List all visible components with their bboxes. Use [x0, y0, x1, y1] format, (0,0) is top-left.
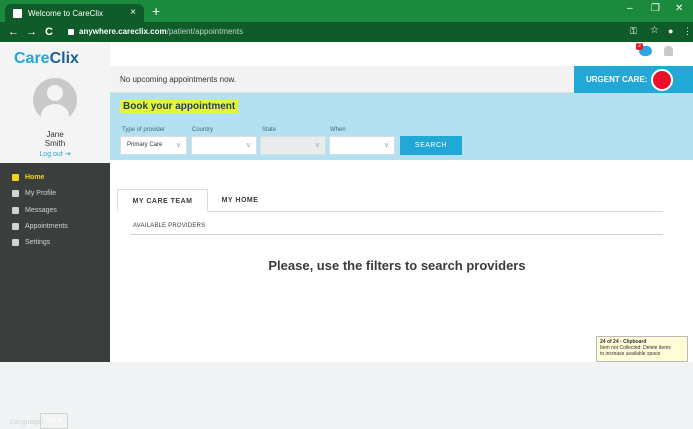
section-divider: [131, 234, 663, 235]
restore-button[interactable]: ❐: [651, 3, 660, 14]
browser-tab[interactable]: Welcome to CareClix ×: [5, 4, 144, 22]
minimize-button[interactable]: –: [627, 3, 633, 14]
sidebar-item-label: Messages: [25, 206, 57, 214]
chevron-down-icon: ∨: [314, 142, 320, 149]
url-host: anywhere.careclix.com: [79, 27, 167, 36]
filter-label-provider: Type of provider: [122, 127, 166, 133]
when-select[interactable]: ∨: [329, 136, 395, 155]
url-input[interactable]: anywhere.careclix.com/patient/appointmen…: [68, 25, 608, 39]
browser-menu-icon[interactable]: ⋮: [683, 26, 692, 37]
avatar[interactable]: [33, 78, 77, 122]
tab-my-care-team[interactable]: MY CARE TEAM: [117, 189, 208, 212]
new-tab-button[interactable]: +: [152, 3, 160, 19]
url-path: /patient/appointments: [166, 27, 244, 36]
sidebar-item-messages[interactable]: Messages: [0, 203, 110, 217]
book-appointment-title: Book your appointment: [120, 100, 239, 113]
language-label: Language:: [10, 419, 44, 426]
filter-label-country: Country: [192, 127, 214, 133]
tab-close-icon[interactable]: ×: [130, 8, 136, 18]
sidebar-menu: Home My Profile Messages Appointments Se…: [0, 163, 110, 429]
user-icon: [12, 189, 19, 197]
messages-icon: [12, 206, 19, 214]
back-button[interactable]: ←: [8, 25, 19, 39]
search-button[interactable]: SEARCH: [400, 136, 462, 155]
page: CareClix Jane Smith Log out ⇥ Home My Pr…: [0, 42, 693, 429]
sidebar-item-label: Home: [25, 173, 45, 181]
empty-providers-message: Please, use the filters to search provid…: [268, 258, 526, 273]
gear-icon: [12, 238, 19, 246]
country-select[interactable]: ∨: [191, 136, 257, 155]
clipboard-notification[interactable]: 24 of 24 - Clipboard Item not Collected:…: [596, 336, 688, 362]
chevron-down-icon: ∨: [383, 142, 389, 149]
provider-type-select[interactable]: Primary Care ∨: [120, 136, 187, 155]
sidebar-item-appointments[interactable]: Appointments: [0, 219, 110, 233]
logo-clix: Clix: [49, 50, 79, 67]
chevron-down-icon: ∨: [175, 142, 181, 149]
window-close-button[interactable]: ✕: [675, 3, 683, 14]
provider-type-value: Primary Care: [127, 142, 163, 148]
available-providers-heading: AVAILABLE PROVIDERS: [133, 223, 206, 229]
careclix-logo[interactable]: CareClix: [14, 50, 79, 68]
logout-label: Log out: [39, 151, 63, 158]
user-first-name: Jane: [46, 130, 64, 139]
user-last-name: Smith: [44, 139, 66, 148]
bookmark-star-icon[interactable]: ☆: [650, 25, 659, 36]
logo-care: Care: [14, 50, 50, 67]
bell-icon[interactable]: [664, 46, 673, 56]
browser-address-bar: ← → C anywhere.careclix.com/patient/appo…: [0, 22, 693, 42]
logout-icon: ⇥: [64, 151, 71, 158]
sidebar-item-label: My Profile: [25, 189, 57, 197]
sidebar-item-label: Settings: [25, 238, 51, 246]
sidebar-item-settings[interactable]: Settings: [0, 235, 110, 249]
notification-badge: 2: [636, 43, 643, 50]
sidebar-item-my-profile[interactable]: My Profile: [0, 186, 110, 200]
key-icon[interactable]: ⚿: [630, 26, 637, 37]
language-select[interactable]: EN ∨: [40, 413, 68, 429]
sidebar-item-label: Appointments: [25, 222, 68, 230]
calendar-icon: [12, 222, 19, 230]
tab-my-home[interactable]: MY HOME: [212, 189, 268, 212]
booking-panel: Book your appointment Type of provider P…: [110, 93, 693, 160]
lock-icon: [68, 28, 74, 35]
top-header: [110, 42, 693, 66]
browser-tab-bar: Welcome to CareClix × + – ❐ ✕: [0, 0, 693, 22]
reload-button[interactable]: C: [45, 25, 53, 39]
logout-link[interactable]: Log out ⇥: [0, 150, 110, 158]
careclix-favicon-icon: [13, 8, 22, 18]
no-appointments-banner: No upcoming appointments now.: [110, 66, 574, 93]
urgent-care-icon[interactable]: [651, 69, 673, 91]
sidebar-item-home[interactable]: Home: [0, 170, 110, 184]
chevron-down-icon: ∨: [245, 142, 251, 149]
clipboard-line-2: to increase available space: [600, 351, 661, 357]
home-icon: [12, 173, 19, 181]
state-select[interactable]: ∨: [260, 136, 326, 155]
filter-label-state: State: [262, 127, 277, 133]
profile-icon[interactable]: ●: [668, 26, 673, 36]
browser-tab-title: Welcome to CareClix: [28, 8, 103, 18]
providers-card: [117, 188, 663, 360]
filter-label-when: When: [330, 127, 346, 133]
forward-button[interactable]: →: [26, 25, 37, 39]
urgent-care-button[interactable]: URGENT CARE:: [574, 66, 693, 93]
